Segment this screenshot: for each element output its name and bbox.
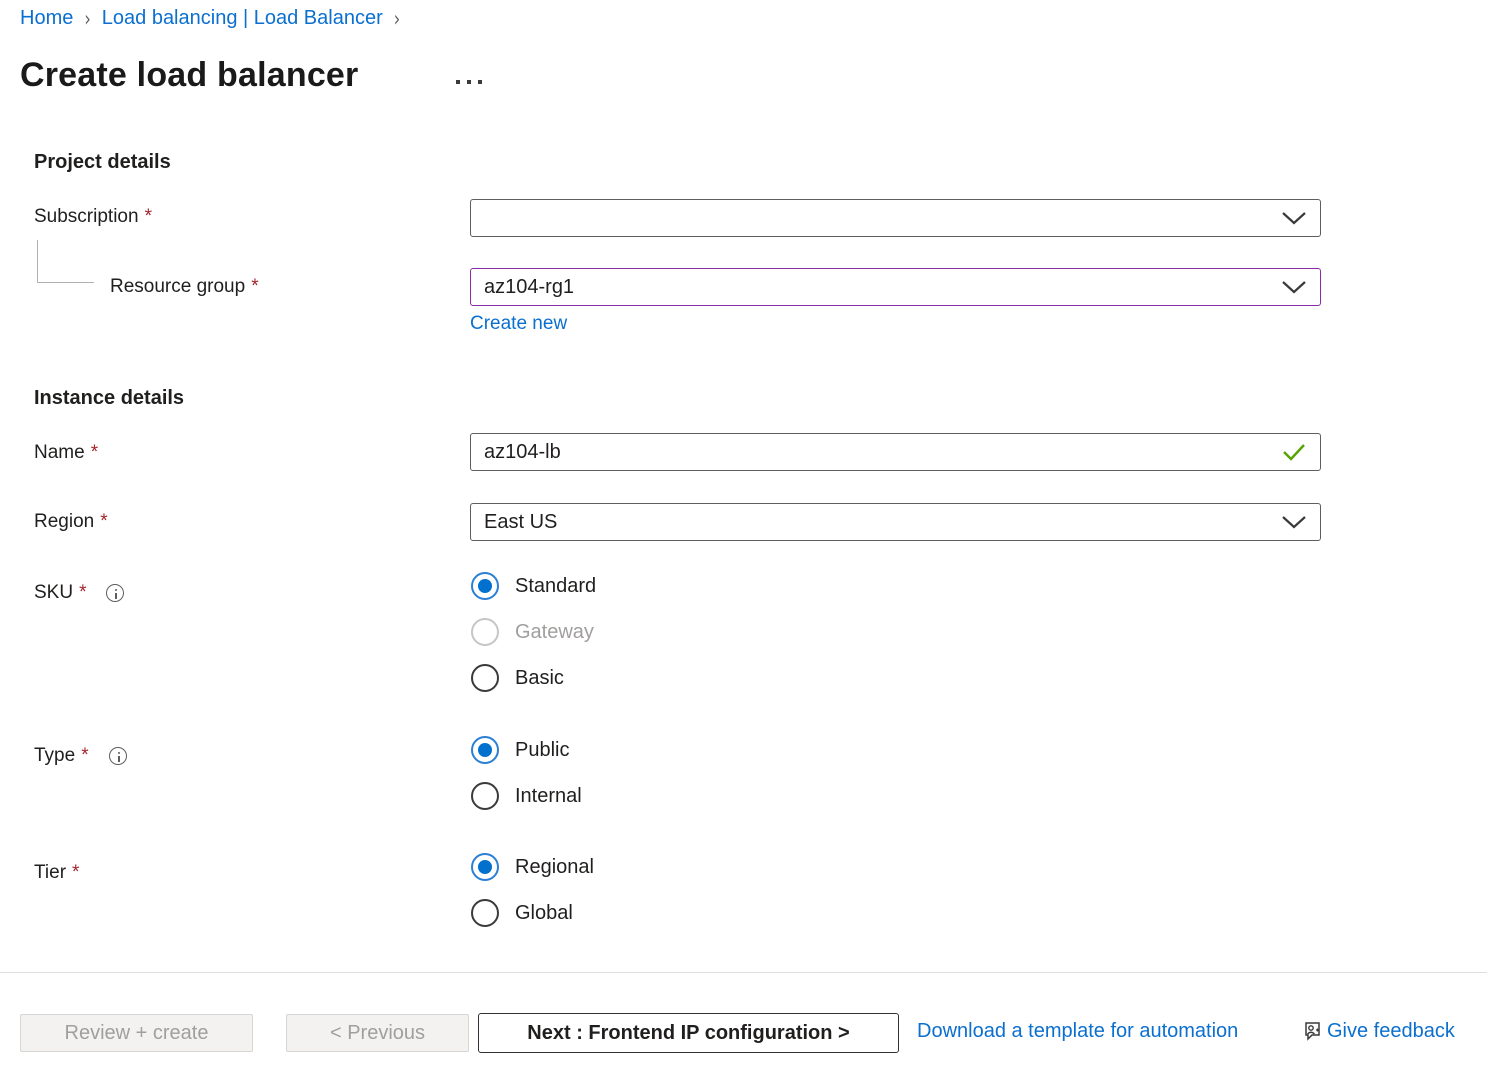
sku-option-standard[interactable]: Standard bbox=[471, 572, 596, 600]
required-marker: * bbox=[100, 511, 107, 533]
breadcrumb-separator: › bbox=[394, 6, 400, 32]
name-field-wrapper bbox=[470, 433, 1321, 471]
type-label: Type * bbox=[34, 745, 127, 767]
radio-option-label: Gateway bbox=[515, 621, 594, 644]
previous-button[interactable]: < Previous bbox=[286, 1014, 469, 1052]
resource-group-dropdown[interactable]: az104-rg1 bbox=[470, 268, 1321, 306]
radio-unselected-icon[interactable] bbox=[471, 782, 499, 810]
radio-option-label: Regional bbox=[515, 856, 594, 879]
instance-details-heading: Instance details bbox=[34, 387, 184, 410]
required-marker: * bbox=[91, 442, 98, 464]
resource-group-label: Resource group * bbox=[110, 276, 259, 298]
subscription-label: Subscription * bbox=[34, 206, 152, 228]
page-title: Create load balancer bbox=[20, 56, 358, 95]
radio-selected-icon[interactable] bbox=[471, 736, 499, 764]
feedback-icon bbox=[1302, 1019, 1326, 1043]
type-option-internal[interactable]: Internal bbox=[471, 782, 582, 810]
project-details-heading: Project details bbox=[34, 151, 171, 174]
breadcrumb-load-balancing-link[interactable]: Load balancing | Load Balancer bbox=[102, 7, 383, 30]
next-frontend-ip-button[interactable]: Next : Frontend IP configuration > bbox=[478, 1013, 899, 1053]
required-marker: * bbox=[251, 276, 258, 298]
name-label: Name * bbox=[34, 442, 98, 464]
give-feedback-label: Give feedback bbox=[1327, 1020, 1455, 1043]
region-label: Region * bbox=[34, 511, 108, 533]
name-input[interactable] bbox=[471, 434, 1281, 470]
chevron-down-icon bbox=[1281, 280, 1307, 294]
tier-label: Tier * bbox=[34, 862, 79, 884]
tier-option-global[interactable]: Global bbox=[471, 899, 594, 927]
radio-selected-icon[interactable] bbox=[471, 853, 499, 881]
sku-option-basic[interactable]: Basic bbox=[471, 664, 596, 692]
ellipsis-icon bbox=[478, 80, 482, 84]
radio-unselected-icon[interactable] bbox=[471, 664, 499, 692]
required-marker: * bbox=[72, 862, 79, 884]
info-icon[interactable] bbox=[109, 747, 127, 765]
subscription-child-connector-line bbox=[37, 240, 94, 283]
review-create-button[interactable]: Review + create bbox=[20, 1014, 253, 1052]
type-radio-group: Public Internal bbox=[471, 736, 582, 810]
required-marker: * bbox=[79, 582, 86, 604]
info-icon[interactable] bbox=[106, 584, 124, 602]
create-new-link[interactable]: Create new bbox=[470, 313, 567, 335]
resource-group-value: az104-rg1 bbox=[471, 276, 1281, 299]
more-options-button[interactable] bbox=[454, 78, 484, 86]
type-option-public[interactable]: Public bbox=[471, 736, 582, 764]
region-dropdown[interactable]: East US bbox=[470, 503, 1321, 541]
sku-option-gateway: Gateway bbox=[471, 618, 596, 646]
region-value: East US bbox=[471, 511, 1281, 534]
required-marker: * bbox=[145, 206, 152, 228]
ellipsis-icon bbox=[456, 80, 460, 84]
radio-option-label: Basic bbox=[515, 667, 564, 690]
footer-divider bbox=[0, 972, 1487, 973]
breadcrumb: Home › Load balancing | Load Balancer › bbox=[20, 7, 400, 30]
radio-option-label: Global bbox=[515, 902, 573, 925]
checkmark-icon bbox=[1281, 442, 1307, 462]
radio-option-label: Standard bbox=[515, 575, 596, 598]
required-marker: * bbox=[81, 745, 88, 767]
give-feedback-link[interactable]: Give feedback bbox=[1302, 1019, 1455, 1043]
radio-option-label: Internal bbox=[515, 785, 582, 808]
chevron-down-icon bbox=[1281, 515, 1307, 529]
sku-label: SKU * bbox=[34, 582, 124, 604]
radio-disabled-icon bbox=[471, 618, 499, 646]
sku-radio-group: Standard Gateway Basic bbox=[471, 572, 596, 692]
download-template-link[interactable]: Download a template for automation bbox=[917, 1020, 1238, 1043]
chevron-down-icon bbox=[1281, 211, 1307, 225]
breadcrumb-home-link[interactable]: Home bbox=[20, 7, 73, 30]
tier-option-regional[interactable]: Regional bbox=[471, 853, 594, 881]
ellipsis-icon bbox=[467, 80, 471, 84]
tier-radio-group: Regional Global bbox=[471, 853, 594, 927]
radio-option-label: Public bbox=[515, 739, 569, 762]
subscription-dropdown[interactable] bbox=[470, 199, 1321, 237]
radio-selected-icon[interactable] bbox=[471, 572, 499, 600]
breadcrumb-separator: › bbox=[84, 6, 90, 32]
radio-unselected-icon[interactable] bbox=[471, 899, 499, 927]
